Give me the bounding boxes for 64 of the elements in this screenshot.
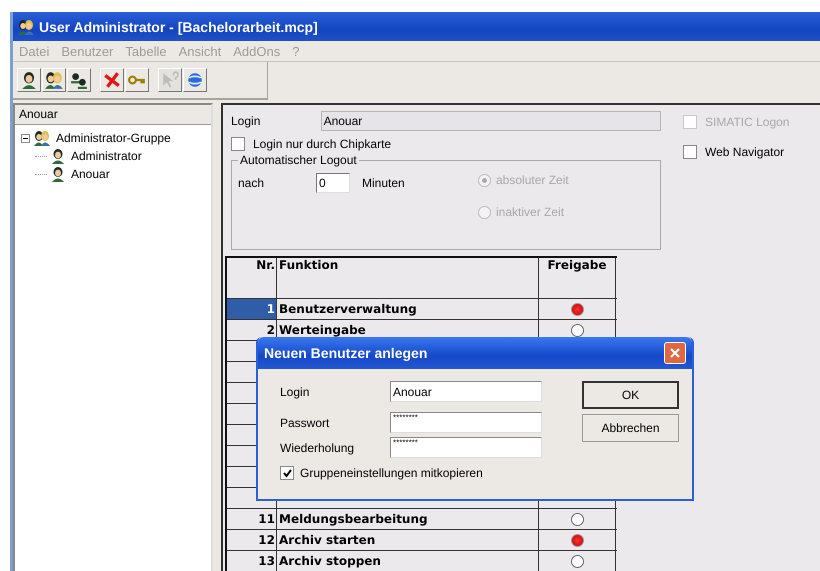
user-icon [50,166,66,182]
person-icon [20,71,38,89]
checkbox-label: SIMATIC Logon [705,115,790,129]
radio-label: inaktiver Zeit [496,205,564,219]
radio-button[interactable] [570,554,584,568]
field-label: Wiederholung [280,440,356,454]
dialog-title: Neuen Benutzer anlegen [264,345,428,361]
row-number-cell[interactable]: 12 [227,530,277,550]
checkbox-label: Login nur durch Chipkarte [253,137,392,151]
input-field[interactable]: ******** [390,412,542,433]
app-icon [17,18,35,34]
cancel-button[interactable]: Abbrechen [582,414,679,442]
row-number-cell[interactable]: 11 [227,509,277,529]
after-label: nach [238,176,266,190]
globe-button[interactable] [183,68,207,92]
tree-item[interactable]: Administrator-Gruppe [54,131,173,145]
group-title: Automatischer Logout [239,153,358,167]
checkbox[interactable] [231,137,245,151]
input-field[interactable]: Anouar [390,381,542,402]
radio-label: absoluter Zeit [496,173,569,187]
table-cell: Archiv stoppen [277,551,539,571]
window-title: User Administrator - [Bachelorarbeit.mcp] [39,18,318,34]
users-button[interactable] [42,68,66,92]
table-cell: Archiv starten [277,530,539,550]
row-number-cell[interactable]: 13 [227,551,277,571]
user-icon [50,148,66,164]
checkbox[interactable] [280,466,294,480]
close-icon [669,347,681,359]
globe-icon [186,71,204,89]
tree-item[interactable]: Administrator [69,149,144,163]
delete-button[interactable] [100,68,124,92]
input-field[interactable]: ******** [390,437,542,458]
checkbox-label: Web Navigator [705,145,784,159]
people-icon [70,71,88,89]
field-label: Passwort [280,416,330,430]
row-number-cell[interactable]: 1 [227,299,277,319]
user-button[interactable] [17,68,41,92]
field-label: Login [280,384,310,398]
checkbox-label: Gruppeneinstellungen mitkopieren [300,466,483,480]
help-icon [161,71,179,89]
collapse-icon[interactable] [21,134,30,142]
user-group-icon [33,130,51,146]
cross-icon [103,71,121,89]
column-header: Funktion [277,258,539,298]
people-icon [44,71,64,89]
radio-button[interactable] [570,534,584,546]
ok-button[interactable]: OK [582,381,679,409]
radio-button[interactable] [570,512,584,526]
column-header: Nr. [227,258,277,298]
tree-item[interactable]: Anouar [69,167,112,181]
key-button[interactable] [125,68,149,92]
radio-button[interactable] [570,324,584,336]
checkbox[interactable] [683,145,697,159]
minutes-label: Minuten [362,176,405,190]
login-field[interactable]: Anouar [320,111,661,131]
close-button[interactable] [664,342,686,364]
minutes-field[interactable]: 0 [316,173,350,193]
column-header: Freigabe [539,258,616,298]
login-label: Login [231,114,262,128]
radio-button[interactable] [570,302,584,316]
selected-user-field: Anouar [15,105,211,125]
user-group-button[interactable] [67,68,91,92]
table-cell: Benutzerverwaltung [277,299,539,319]
table-cell: Meldungsbearbeitung [277,509,539,529]
